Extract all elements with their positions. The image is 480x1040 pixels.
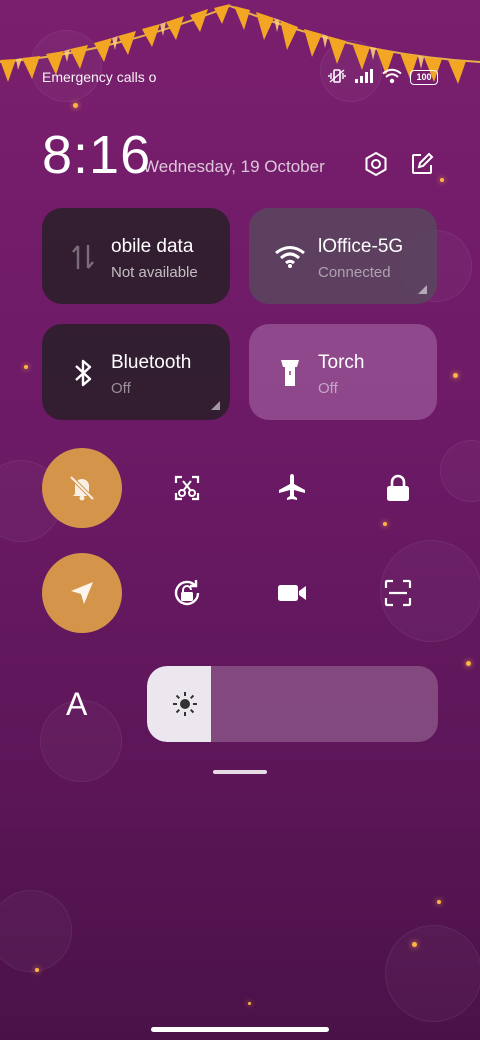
mobile-data-title: obile data bbox=[111, 236, 194, 257]
bluetooth-tile[interactable]: Bluetooth Off bbox=[42, 324, 230, 420]
bokeh-circle bbox=[440, 440, 480, 502]
mobile-data-tile[interactable]: obile data Not available bbox=[42, 208, 230, 304]
mute-icon bbox=[69, 475, 95, 501]
screen-recorder-toggle[interactable] bbox=[252, 553, 332, 633]
location-toggle[interactable] bbox=[42, 553, 122, 633]
settings-button[interactable] bbox=[360, 148, 392, 180]
battery-icon: 100 bbox=[410, 69, 438, 85]
sparkle bbox=[440, 178, 444, 182]
sparkle bbox=[453, 373, 458, 378]
mute-toggle[interactable] bbox=[42, 448, 122, 528]
torch-title: Torch bbox=[318, 352, 365, 373]
torch-tile[interactable]: Torch Off bbox=[249, 324, 437, 420]
panel-drag-handle[interactable] bbox=[213, 770, 267, 774]
bluetooth-status: Off bbox=[111, 380, 131, 397]
wifi-network-name: lOffice-5G bbox=[318, 236, 404, 257]
wifi-status: Connected bbox=[318, 264, 391, 281]
bokeh-circle bbox=[385, 925, 480, 1022]
sparkle bbox=[466, 661, 471, 666]
bokeh-circle bbox=[0, 890, 72, 972]
lock-icon bbox=[387, 474, 409, 501]
screenshot-toggle[interactable] bbox=[147, 448, 227, 528]
torch-status: Off bbox=[318, 380, 338, 397]
clock-time: 8:16 bbox=[42, 125, 152, 185]
screen-recorder-icon bbox=[278, 585, 306, 601]
bluetooth-title: Bluetooth bbox=[111, 352, 192, 373]
airplane-icon bbox=[279, 474, 305, 500]
sparkle bbox=[437, 900, 441, 904]
vibrate-icon bbox=[328, 68, 346, 87]
sparkle bbox=[73, 103, 78, 108]
status-bar: Emergency calls o 100 bbox=[42, 66, 438, 88]
brightness-slider[interactable] bbox=[147, 666, 438, 742]
location-icon bbox=[71, 582, 93, 604]
scanner-toggle[interactable] bbox=[358, 553, 438, 633]
status-icons: 100 bbox=[328, 68, 438, 87]
mobile-data-icon bbox=[68, 242, 98, 272]
brightness-icon bbox=[173, 692, 197, 716]
sparkle bbox=[24, 365, 28, 369]
mobile-data-subtitle: Not available bbox=[111, 264, 198, 281]
edit-icon bbox=[412, 152, 434, 174]
bluetooth-expand-icon[interactable] bbox=[211, 401, 220, 410]
sparkle bbox=[248, 1002, 251, 1005]
scanner-icon bbox=[384, 579, 412, 607]
wifi-icon bbox=[275, 242, 305, 272]
auto-brightness-button[interactable]: A bbox=[66, 686, 87, 723]
torch-icon bbox=[275, 358, 305, 388]
home-indicator[interactable] bbox=[151, 1027, 329, 1032]
wifi-expand-icon[interactable] bbox=[418, 285, 427, 294]
screenshot-icon bbox=[174, 475, 200, 501]
signal-icon bbox=[354, 68, 374, 87]
rotation-lock-toggle[interactable] bbox=[147, 553, 227, 633]
bluetooth-icon bbox=[68, 358, 98, 388]
emergency-calls-text: Emergency calls o bbox=[42, 69, 157, 85]
wifi-status-icon bbox=[382, 68, 402, 87]
rotation-lock-icon bbox=[174, 580, 200, 606]
sparkle bbox=[412, 942, 417, 947]
airplane-toggle[interactable] bbox=[252, 448, 332, 528]
date-text: Wednesday, 19 October bbox=[143, 157, 325, 176]
sparkle bbox=[35, 968, 39, 972]
edit-button[interactable] bbox=[406, 148, 438, 180]
wifi-tile[interactable]: lOffice-5G Connected bbox=[249, 208, 437, 304]
settings-icon bbox=[365, 151, 387, 177]
lock-toggle[interactable] bbox=[358, 448, 438, 528]
